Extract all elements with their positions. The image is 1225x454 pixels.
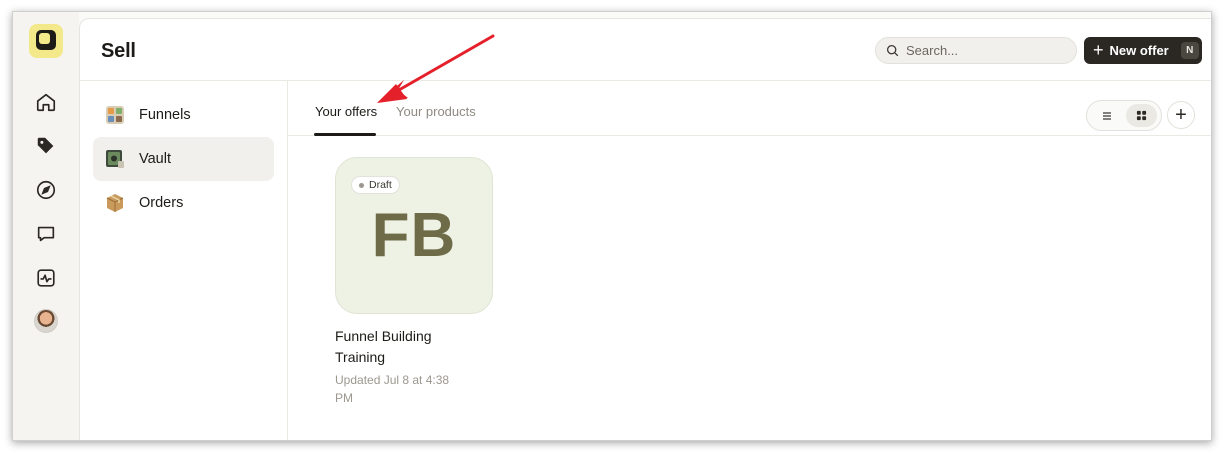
tag-icon[interactable]	[32, 132, 60, 160]
chat-bubble-icon[interactable]	[32, 220, 60, 248]
status-badge: Draft	[351, 176, 400, 194]
grid-view-icon	[1136, 110, 1147, 121]
offer-title: Funnel Building Training	[335, 328, 432, 365]
sidebar-item-label: Orders	[139, 195, 184, 211]
shortcut-badge: N	[1180, 42, 1199, 59]
sidebar-item-label: Vault	[139, 151, 171, 167]
top-bar: Sell + New offer N	[80, 19, 1211, 81]
view-toggle	[1086, 100, 1162, 131]
package-icon	[105, 193, 125, 213]
search-icon	[886, 44, 899, 57]
vault-icon	[105, 149, 125, 169]
home-icon[interactable]	[32, 88, 60, 116]
search-box[interactable]	[875, 37, 1077, 64]
list-view-button[interactable]	[1091, 104, 1122, 127]
nav-rail	[13, 12, 79, 440]
app-logo[interactable]	[29, 24, 63, 58]
main-panel: Sell + New offer N Funnels	[79, 18, 1211, 440]
new-offer-label: New offer	[1109, 43, 1169, 58]
app-window: Sell + New offer N Funnels	[12, 11, 1212, 441]
compass-icon[interactable]	[32, 176, 60, 204]
grid-view-button[interactable]	[1126, 104, 1157, 127]
sidebar-item-label: Funnels	[139, 107, 191, 123]
sidebar-item-funnels[interactable]: Funnels	[93, 93, 274, 137]
offer-updated: Updated Jul 8 at 4:38 PM	[335, 373, 450, 405]
sidebar-item-vault[interactable]: Vault	[93, 137, 274, 181]
search-input[interactable]	[906, 43, 1066, 58]
offer-card[interactable]: Draft FB Funnel Building Training Update…	[335, 157, 495, 407]
list-view-icon	[1102, 111, 1111, 120]
plus-icon: +	[1175, 104, 1187, 126]
plus-icon: +	[1093, 39, 1104, 60]
funnels-icon	[105, 105, 125, 125]
tab-your-offers[interactable]: Your offers	[315, 104, 377, 119]
activity-icon[interactable]	[32, 264, 60, 292]
tab-your-products[interactable]: Your products	[396, 104, 476, 119]
add-button[interactable]: +	[1167, 101, 1195, 129]
active-tab-indicator	[314, 133, 376, 136]
offer-thumbnail: Draft FB	[335, 157, 493, 314]
sell-sidebar: Funnels Vault Orders	[80, 81, 288, 440]
sidebar-item-orders[interactable]: Orders	[93, 181, 274, 225]
page-title: Sell	[101, 40, 136, 62]
user-avatar[interactable]	[34, 309, 58, 333]
tabs-bar: Your offers Your products +	[288, 81, 1211, 136]
offer-initials: FB	[371, 201, 457, 270]
new-offer-button[interactable]: + New offer N	[1084, 37, 1202, 64]
